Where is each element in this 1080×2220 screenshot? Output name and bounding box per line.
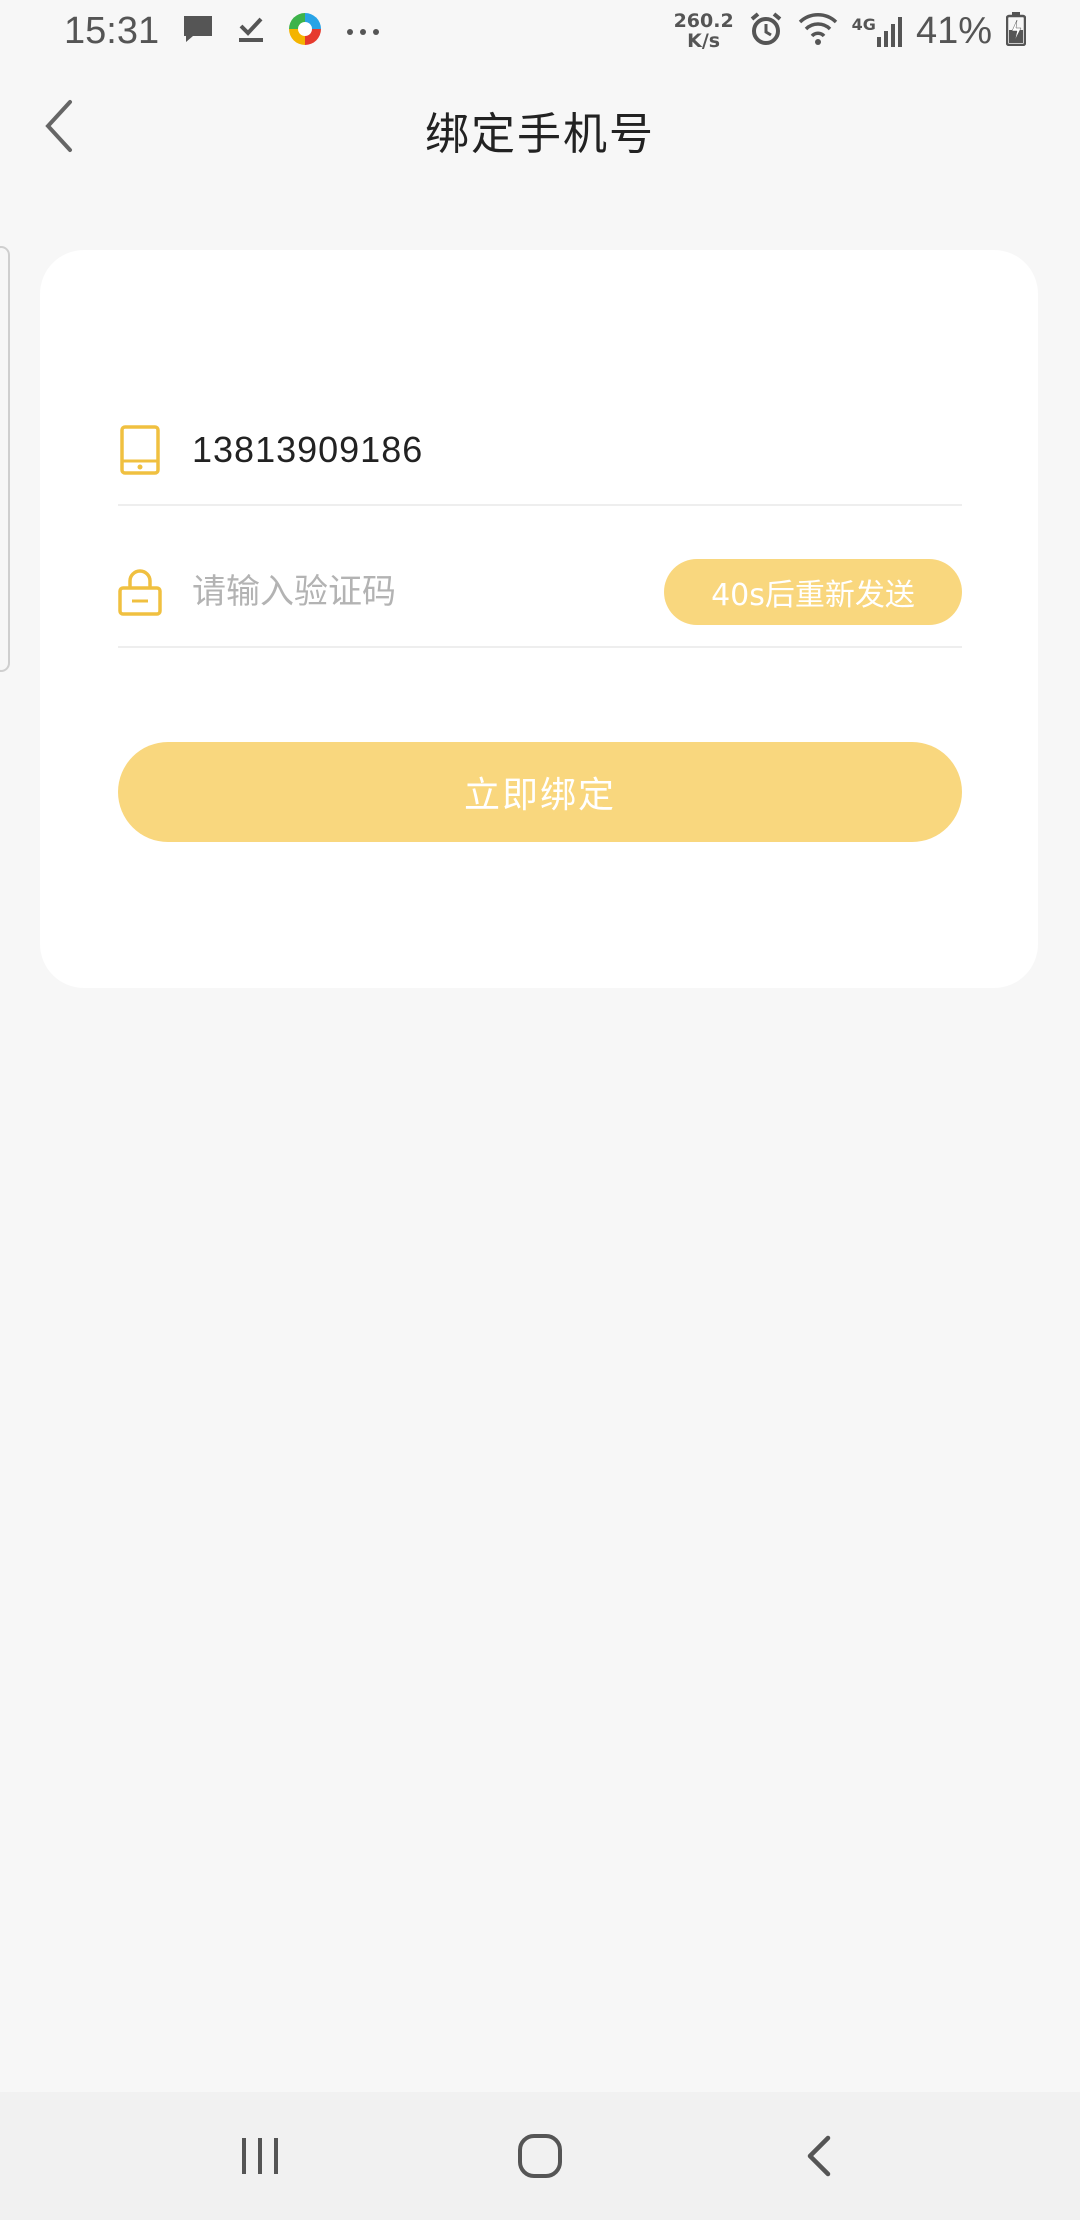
home-icon (518, 2134, 562, 2178)
navigation-bar (0, 2092, 1080, 2220)
alarm-icon (748, 11, 784, 51)
signal-icon: 4G (852, 15, 902, 47)
phone-number-field[interactable]: 13813909186 (192, 429, 423, 471)
more-dots-icon (345, 22, 381, 41)
edge-panel-handle[interactable] (0, 246, 10, 672)
verification-code-input[interactable] (192, 572, 632, 612)
back-icon (807, 2135, 831, 2177)
recent-apps-button[interactable] (212, 2108, 308, 2204)
code-row: 40s后重新发送 (118, 538, 962, 648)
colorful-app-icon (287, 11, 323, 51)
wifi-icon (798, 12, 838, 50)
net-speed-unit: K/s (687, 30, 721, 52)
header: 绑定手机号 (0, 62, 1080, 192)
page-title: 绑定手机号 (425, 109, 655, 160)
status-time: 15:31 (64, 9, 160, 52)
recent-apps-icon (242, 2138, 278, 2174)
message-icon (181, 13, 215, 49)
bind-now-button[interactable]: 立即绑定 (118, 742, 962, 842)
network-type: 4G (851, 15, 876, 34)
net-speed: 260.2 K/s (674, 11, 734, 51)
download-done-icon (237, 14, 265, 48)
status-bar: 15:31 260.2 K/s 4G 41% (0, 0, 1080, 62)
lock-icon (118, 566, 162, 618)
system-back-button[interactable] (772, 2108, 868, 2204)
phone-row: 13813909186 (118, 396, 962, 506)
home-button[interactable] (492, 2108, 588, 2204)
battery-percent: 41% (915, 9, 992, 52)
battery-charging-icon (1005, 12, 1027, 50)
net-speed-value: 260.2 (673, 10, 734, 32)
bind-phone-card: 13813909186 40s后重新发送 立即绑定 (40, 250, 1038, 988)
resend-code-button[interactable]: 40s后重新发送 (664, 559, 962, 625)
phone-icon (118, 424, 162, 476)
